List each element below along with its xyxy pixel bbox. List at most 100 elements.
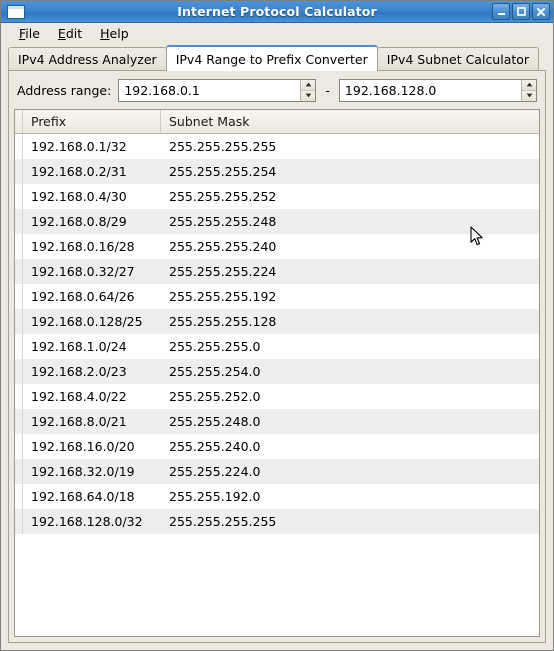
cell-prefix: 192.168.0.128/25 (31, 314, 143, 329)
menu-item-file[interactable]: File (11, 24, 48, 43)
table-gutter-header (15, 110, 23, 133)
cell-subnet-mask: 255.255.224.0 (169, 464, 261, 479)
start-spin-down-button[interactable] (301, 90, 316, 101)
cell-subnet-mask: 255.255.255.240 (169, 239, 277, 254)
cell-subnet-mask: 255.255.255.192 (169, 289, 277, 304)
end-spin-down-button[interactable] (522, 90, 537, 101)
table-gutter-cell (15, 184, 23, 209)
cell-subnet-mask: 255.255.255.0 (169, 339, 261, 354)
cell-subnet-mask: 255.255.192.0 (169, 489, 261, 504)
table-gutter-cell (15, 409, 23, 434)
cell-prefix: 192.168.0.32/27 (31, 264, 135, 279)
chevron-up-icon (526, 82, 532, 87)
close-icon (537, 7, 545, 16)
cell-subnet-mask: 255.255.255.224 (169, 264, 277, 279)
table-row[interactable]: 192.168.0.16/28 255.255.255.240 (15, 234, 539, 259)
table-row[interactable]: 192.168.2.0/23 255.255.254.0 (15, 359, 539, 384)
end-spin-up-button[interactable] (522, 80, 537, 91)
menu-item-edit[interactable]: Edit (50, 24, 90, 43)
table-row[interactable]: 192.168.64.0/18 255.255.192.0 (15, 484, 539, 509)
chevron-down-icon (305, 93, 312, 98)
menu-item-help[interactable]: Help (92, 24, 137, 43)
table-body: 192.168.0.1/32 255.255.255.255 192.168.0.2… (15, 134, 539, 636)
table-row[interactable]: 192.168.0.1/32 255.255.255.255 (15, 134, 539, 159)
cell-prefix: 192.168.0.64/26 (31, 289, 135, 304)
start-spin-up-button[interactable] (301, 80, 316, 91)
table-gutter-cell (15, 159, 23, 184)
cell-subnet-mask: 255.255.255.252 (169, 189, 277, 204)
table-gutter-cell (15, 384, 23, 409)
chevron-down-icon (526, 93, 532, 98)
table-gutter-cell (15, 134, 23, 159)
application-window: Internet Protocol Calculator File Edit H… (0, 0, 554, 651)
tab-bar: IPv4 Address Analyzer IPv4 Range to Pref… (1, 44, 553, 71)
table-row[interactable]: 192.168.0.8/29 255.255.255.248 (15, 209, 539, 234)
cell-prefix: 192.168.2.0/23 (31, 364, 127, 379)
minimize-button[interactable] (492, 3, 510, 20)
table-row[interactable]: 192.168.0.2/31 255.255.255.254 (15, 159, 539, 184)
table-gutter-cell (15, 284, 23, 309)
table-row[interactable]: 192.168.0.128/25 255.255.255.128 (15, 309, 539, 334)
table-gutter-cell (15, 309, 23, 334)
table-gutter-cell (15, 334, 23, 359)
menu-edit-rest: dit (65, 26, 83, 41)
address-range-start-input[interactable] (119, 80, 301, 101)
table-row[interactable]: 192.168.0.32/27 255.255.255.224 (15, 259, 539, 284)
maximize-button[interactable] (512, 3, 530, 20)
close-button[interactable] (532, 3, 550, 20)
address-range-end-input[interactable] (339, 80, 522, 101)
cell-prefix: 192.168.1.0/24 (31, 339, 127, 354)
tab-ipv4-address-analyzer[interactable]: IPv4 Address Analyzer (8, 47, 167, 71)
address-range-end-spinbox[interactable] (338, 79, 538, 102)
cell-prefix: 192.168.0.2/31 (31, 164, 127, 179)
maximize-icon (516, 7, 526, 16)
tab-label: IPv4 Subnet Calculator (386, 52, 530, 67)
cell-prefix: 192.168.0.8/29 (31, 214, 127, 229)
table-gutter-cell (15, 459, 23, 484)
window-frame: Internet Protocol Calculator File Edit H… (0, 0, 554, 651)
cell-subnet-mask: 255.255.255.128 (169, 314, 277, 329)
menu-bar: File Edit Help (1, 23, 553, 44)
address-range-label: Address range: (17, 83, 112, 98)
table-gutter-cell (15, 234, 23, 259)
table-row[interactable]: 192.168.1.0/24 255.255.255.0 (15, 334, 539, 359)
menu-help-mnemonic: H (100, 26, 110, 41)
table-gutter-cell (15, 359, 23, 384)
table-row[interactable]: 192.168.0.4/30 255.255.255.252 (15, 184, 539, 209)
cell-prefix: 192.168.64.0/18 (31, 489, 135, 504)
table-gutter-cell (15, 509, 23, 534)
window-controls (492, 3, 550, 20)
tab-ipv4-range-to-prefix-converter[interactable]: IPv4 Range to Prefix Converter (165, 45, 378, 71)
cell-prefix: 192.168.0.1/32 (31, 139, 127, 154)
cell-subnet-mask: 255.255.240.0 (169, 439, 261, 454)
window-icon (7, 4, 25, 19)
table-row[interactable]: 192.168.8.0/21 255.255.248.0 (15, 409, 539, 434)
address-range-row: Address range: - (9, 71, 545, 109)
end-spin-arrows (521, 80, 537, 101)
table-gutter-cell (15, 209, 23, 234)
table-row[interactable]: 192.168.128.0/32 255.255.255.255 (15, 509, 539, 534)
minimize-icon (497, 13, 505, 15)
cell-prefix: 192.168.0.16/28 (31, 239, 135, 254)
table-row[interactable]: 192.168.0.64/26 255.255.255.192 (15, 284, 539, 309)
table-row[interactable]: 192.168.16.0/20 255.255.240.0 (15, 434, 539, 459)
tab-panel-range-to-prefix: Address range: - (8, 70, 546, 643)
column-header-prefix[interactable]: Prefix (23, 110, 161, 133)
cell-subnet-mask: 255.255.255.254 (169, 164, 277, 179)
range-separator: - (325, 83, 330, 98)
tab-ipv4-subnet-calculator[interactable]: IPv4 Subnet Calculator (376, 47, 540, 71)
cell-subnet-mask: 255.255.255.248 (169, 214, 277, 229)
table-row[interactable]: 192.168.4.0/22 255.255.252.0 (15, 384, 539, 409)
cell-prefix: 192.168.4.0/22 (31, 389, 127, 404)
cell-prefix: 192.168.128.0/32 (31, 514, 143, 529)
tab-label: IPv4 Range to Prefix Converter (175, 51, 368, 67)
column-header-subnet-mask[interactable]: Subnet Mask (161, 110, 539, 133)
menu-file-rest: ile (25, 26, 40, 41)
menu-edit-mnemonic: E (57, 26, 66, 41)
address-range-start-spinbox[interactable] (118, 79, 317, 102)
table-row[interactable]: 192.168.32.0/19 255.255.224.0 (15, 459, 539, 484)
tab-label: IPv4 Address Analyzer (18, 52, 157, 67)
table-gutter-cell (15, 259, 23, 284)
title-bar[interactable]: Internet Protocol Calculator (1, 1, 553, 23)
table-header-row: Prefix Subnet Mask (15, 110, 539, 134)
